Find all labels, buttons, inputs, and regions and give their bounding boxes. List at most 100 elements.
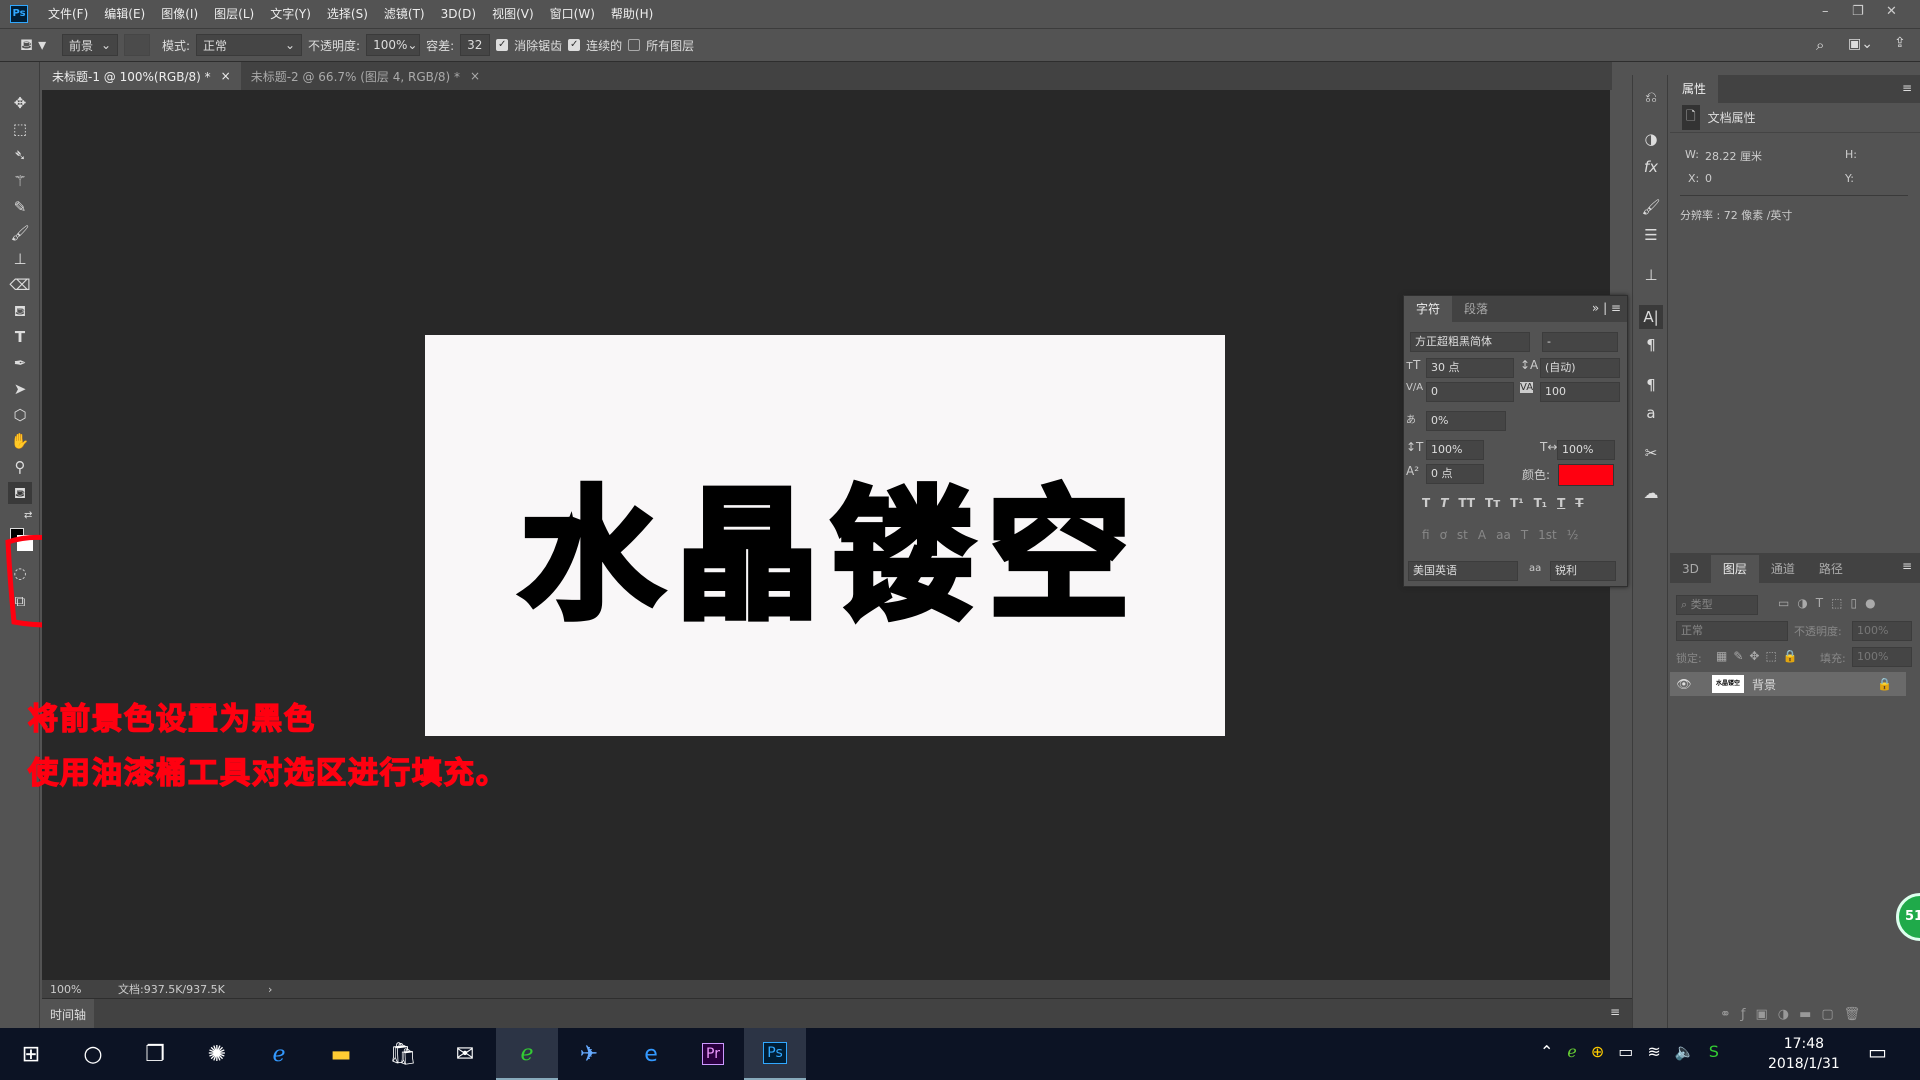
layer-fill-input[interactable]: 100% — [1852, 647, 1912, 667]
magic-wand-tool-icon[interactable]: ⚚ — [8, 170, 32, 192]
tolerance-input[interactable]: 32 — [460, 34, 490, 56]
libraries-icon[interactable]: ☁ — [1639, 481, 1663, 505]
text-color-swatch[interactable] — [1558, 464, 1614, 486]
menu-file[interactable]: 文件(F) — [40, 5, 96, 22]
close-icon[interactable]: × — [470, 69, 480, 83]
stamp-tool-icon[interactable]: ⊥ — [8, 248, 32, 270]
close-icon[interactable]: × — [221, 69, 231, 83]
language-select[interactable]: 美国英语 — [1408, 561, 1518, 581]
underline-button[interactable]: T — [1557, 496, 1565, 510]
paint-bucket-preset-icon[interactable]: ⛾ ▾ — [20, 35, 56, 56]
menu-layer[interactable]: 图层(L) — [206, 5, 262, 22]
superscript-button[interactable]: T¹ — [1510, 496, 1523, 510]
tab-document-1[interactable]: 未标题-1 @ 100%(RGB/8) *× — [42, 62, 241, 90]
hand-tool-icon[interactable]: ✋ — [8, 430, 32, 452]
menu-select[interactable]: 选择(S) — [319, 5, 376, 22]
faux-bold-button[interactable]: T — [1422, 496, 1430, 510]
tab-layers[interactable]: 图层 — [1711, 555, 1759, 583]
zoom-tool-icon[interactable]: ⚲ — [8, 456, 32, 478]
workspace-icon[interactable]: ▣⌄ — [1848, 36, 1873, 52]
tab-timeline[interactable]: 时间轴 — [42, 999, 94, 1030]
stylistic-alternates-button[interactable]: aa — [1496, 528, 1511, 542]
clock[interactable]: 17:48 2018/1/31 — [1768, 1034, 1840, 1074]
brush-tool-icon[interactable]: 🖌 — [8, 222, 32, 244]
move-tool-icon[interactable]: ✥ — [8, 92, 32, 114]
layer-bottom-icons[interactable]: ⚭ƒ▣◑▬▢🗑 — [1720, 1007, 1870, 1022]
antialias-checkbox[interactable]: ✓ — [496, 39, 508, 51]
paint-bucket-tool-icon[interactable]: ⛾ — [8, 482, 32, 504]
store-icon[interactable]: 🛍 — [372, 1028, 434, 1080]
premiere-icon[interactable]: Pr — [682, 1028, 744, 1080]
chevron-right-icon[interactable]: › — [252, 983, 272, 996]
opacity-input[interactable]: 100%⌄ — [366, 34, 420, 56]
layer-opacity-input[interactable]: 100% — [1852, 621, 1912, 641]
character-styles-icon[interactable]: a — [1639, 401, 1663, 425]
browser-360-icon[interactable]: ℯ — [496, 1028, 558, 1080]
restore-icon[interactable]: ❐ — [1852, 4, 1864, 19]
type-tool-icon[interactable]: T — [8, 326, 32, 348]
tracking-input[interactable]: 100 — [1540, 382, 1620, 402]
blend-mode-select[interactable]: 正常 — [1676, 621, 1788, 641]
ie-icon[interactable]: ℯ — [248, 1028, 310, 1080]
ordinals-button[interactable]: 1st — [1538, 528, 1557, 542]
menu-edit[interactable]: 编辑(E) — [96, 5, 153, 22]
app-pinwheel-icon[interactable]: ✺ — [186, 1028, 248, 1080]
clone-source-icon[interactable]: ⊥ — [1639, 263, 1663, 287]
minimize-icon[interactable]: – — [1822, 4, 1829, 19]
panel-menu-icon[interactable]: ≡ — [1902, 81, 1912, 95]
visibility-eye-icon[interactable]: 👁 — [1670, 677, 1698, 691]
baseline-shift-input[interactable]: 0 点 — [1426, 464, 1484, 484]
edge-icon[interactable]: e — [620, 1028, 682, 1080]
marquee-tool-icon[interactable]: ⬚ — [8, 118, 32, 140]
swap-colors-icon[interactable]: ⇄ — [24, 510, 32, 521]
layer-filter-select[interactable]: ⌕ 类型 — [1676, 595, 1758, 615]
app-bird-icon[interactable]: ✈ — [558, 1028, 620, 1080]
zoom-level[interactable]: 100% — [42, 983, 112, 996]
pen-tool-icon[interactable]: ✒ — [8, 352, 32, 374]
start-icon[interactable]: ⊞ — [0, 1028, 62, 1080]
contiguous-checkbox[interactable]: ✓ — [568, 39, 580, 51]
shape-tool-icon[interactable]: ⬡ — [8, 404, 32, 426]
menu-image[interactable]: 图像(I) — [153, 5, 206, 22]
input-method-icon[interactable]: S — [1709, 1042, 1719, 1061]
lock-icons[interactable]: ▦✎✥⬚🔒 — [1716, 649, 1804, 663]
browser-tray-icon[interactable]: ℯ — [1567, 1042, 1576, 1061]
search-icon[interactable]: ○ — [62, 1028, 124, 1080]
tsume-input[interactable]: 0% — [1426, 411, 1506, 431]
mail-icon[interactable]: ✉ — [434, 1028, 496, 1080]
panel-menu-icon[interactable]: ≡ — [1610, 1005, 1620, 1019]
close-icon[interactable]: ✕ — [1886, 4, 1897, 19]
explorer-icon[interactable]: ▬ — [310, 1028, 372, 1080]
vertical-scale-input[interactable]: 100% — [1426, 440, 1484, 460]
titling-button[interactable]: T — [1521, 528, 1528, 542]
tab-3d[interactable]: 3D — [1670, 555, 1711, 583]
path-selection-tool-icon[interactable]: ➤ — [8, 378, 32, 400]
ligatures-button[interactable]: fi — [1422, 528, 1430, 542]
faux-italic-button[interactable]: T — [1440, 496, 1448, 510]
chevron-up-icon[interactable]: ⌃ — [1540, 1042, 1553, 1061]
font-style-select[interactable]: - — [1542, 332, 1618, 352]
tool-presets-icon[interactable]: ✂ — [1639, 441, 1663, 465]
character-panel-icon[interactable]: A| — [1639, 305, 1663, 329]
task-view-icon[interactable]: ❐ — [124, 1028, 186, 1080]
history-icon[interactable]: ⎌ — [1639, 85, 1663, 109]
leading-input[interactable]: (自动) — [1540, 358, 1620, 378]
paragraph-styles-icon[interactable]: ¶ — [1639, 373, 1663, 397]
adjustments-icon[interactable]: ◑ — [1639, 127, 1663, 151]
eraser-tool-icon[interactable]: ⌫ — [8, 274, 32, 296]
tab-channels[interactable]: 通道 — [1759, 555, 1807, 583]
styles-icon[interactable]: fx — [1639, 155, 1663, 179]
tab-document-2[interactable]: 未标题-2 @ 66.7% (图层 4, RGB/8) *× — [241, 62, 490, 90]
tab-paths[interactable]: 路径 — [1807, 555, 1855, 583]
security-tray-icon[interactable]: ⊕ — [1591, 1042, 1604, 1061]
search-icon[interactable]: ⌕ — [1816, 36, 1824, 54]
menu-view[interactable]: 视图(V) — [484, 5, 542, 22]
fill-source-select[interactable]: 前景⌄ — [62, 34, 118, 56]
panel-menu-icon[interactable]: » | ≡ — [1592, 301, 1621, 315]
layer-row[interactable]: 👁 水晶镂空 背景 🔒 — [1670, 672, 1906, 696]
battery-icon[interactable]: ▭ — [1618, 1042, 1633, 1061]
menu-help[interactable]: 帮助(H) — [603, 5, 661, 22]
kerning-input[interactable]: 0 — [1426, 382, 1514, 402]
filter-icons[interactable]: ▭◑T⬚▯● — [1778, 596, 1884, 610]
menu-3d[interactable]: 3D(D) — [433, 7, 484, 21]
